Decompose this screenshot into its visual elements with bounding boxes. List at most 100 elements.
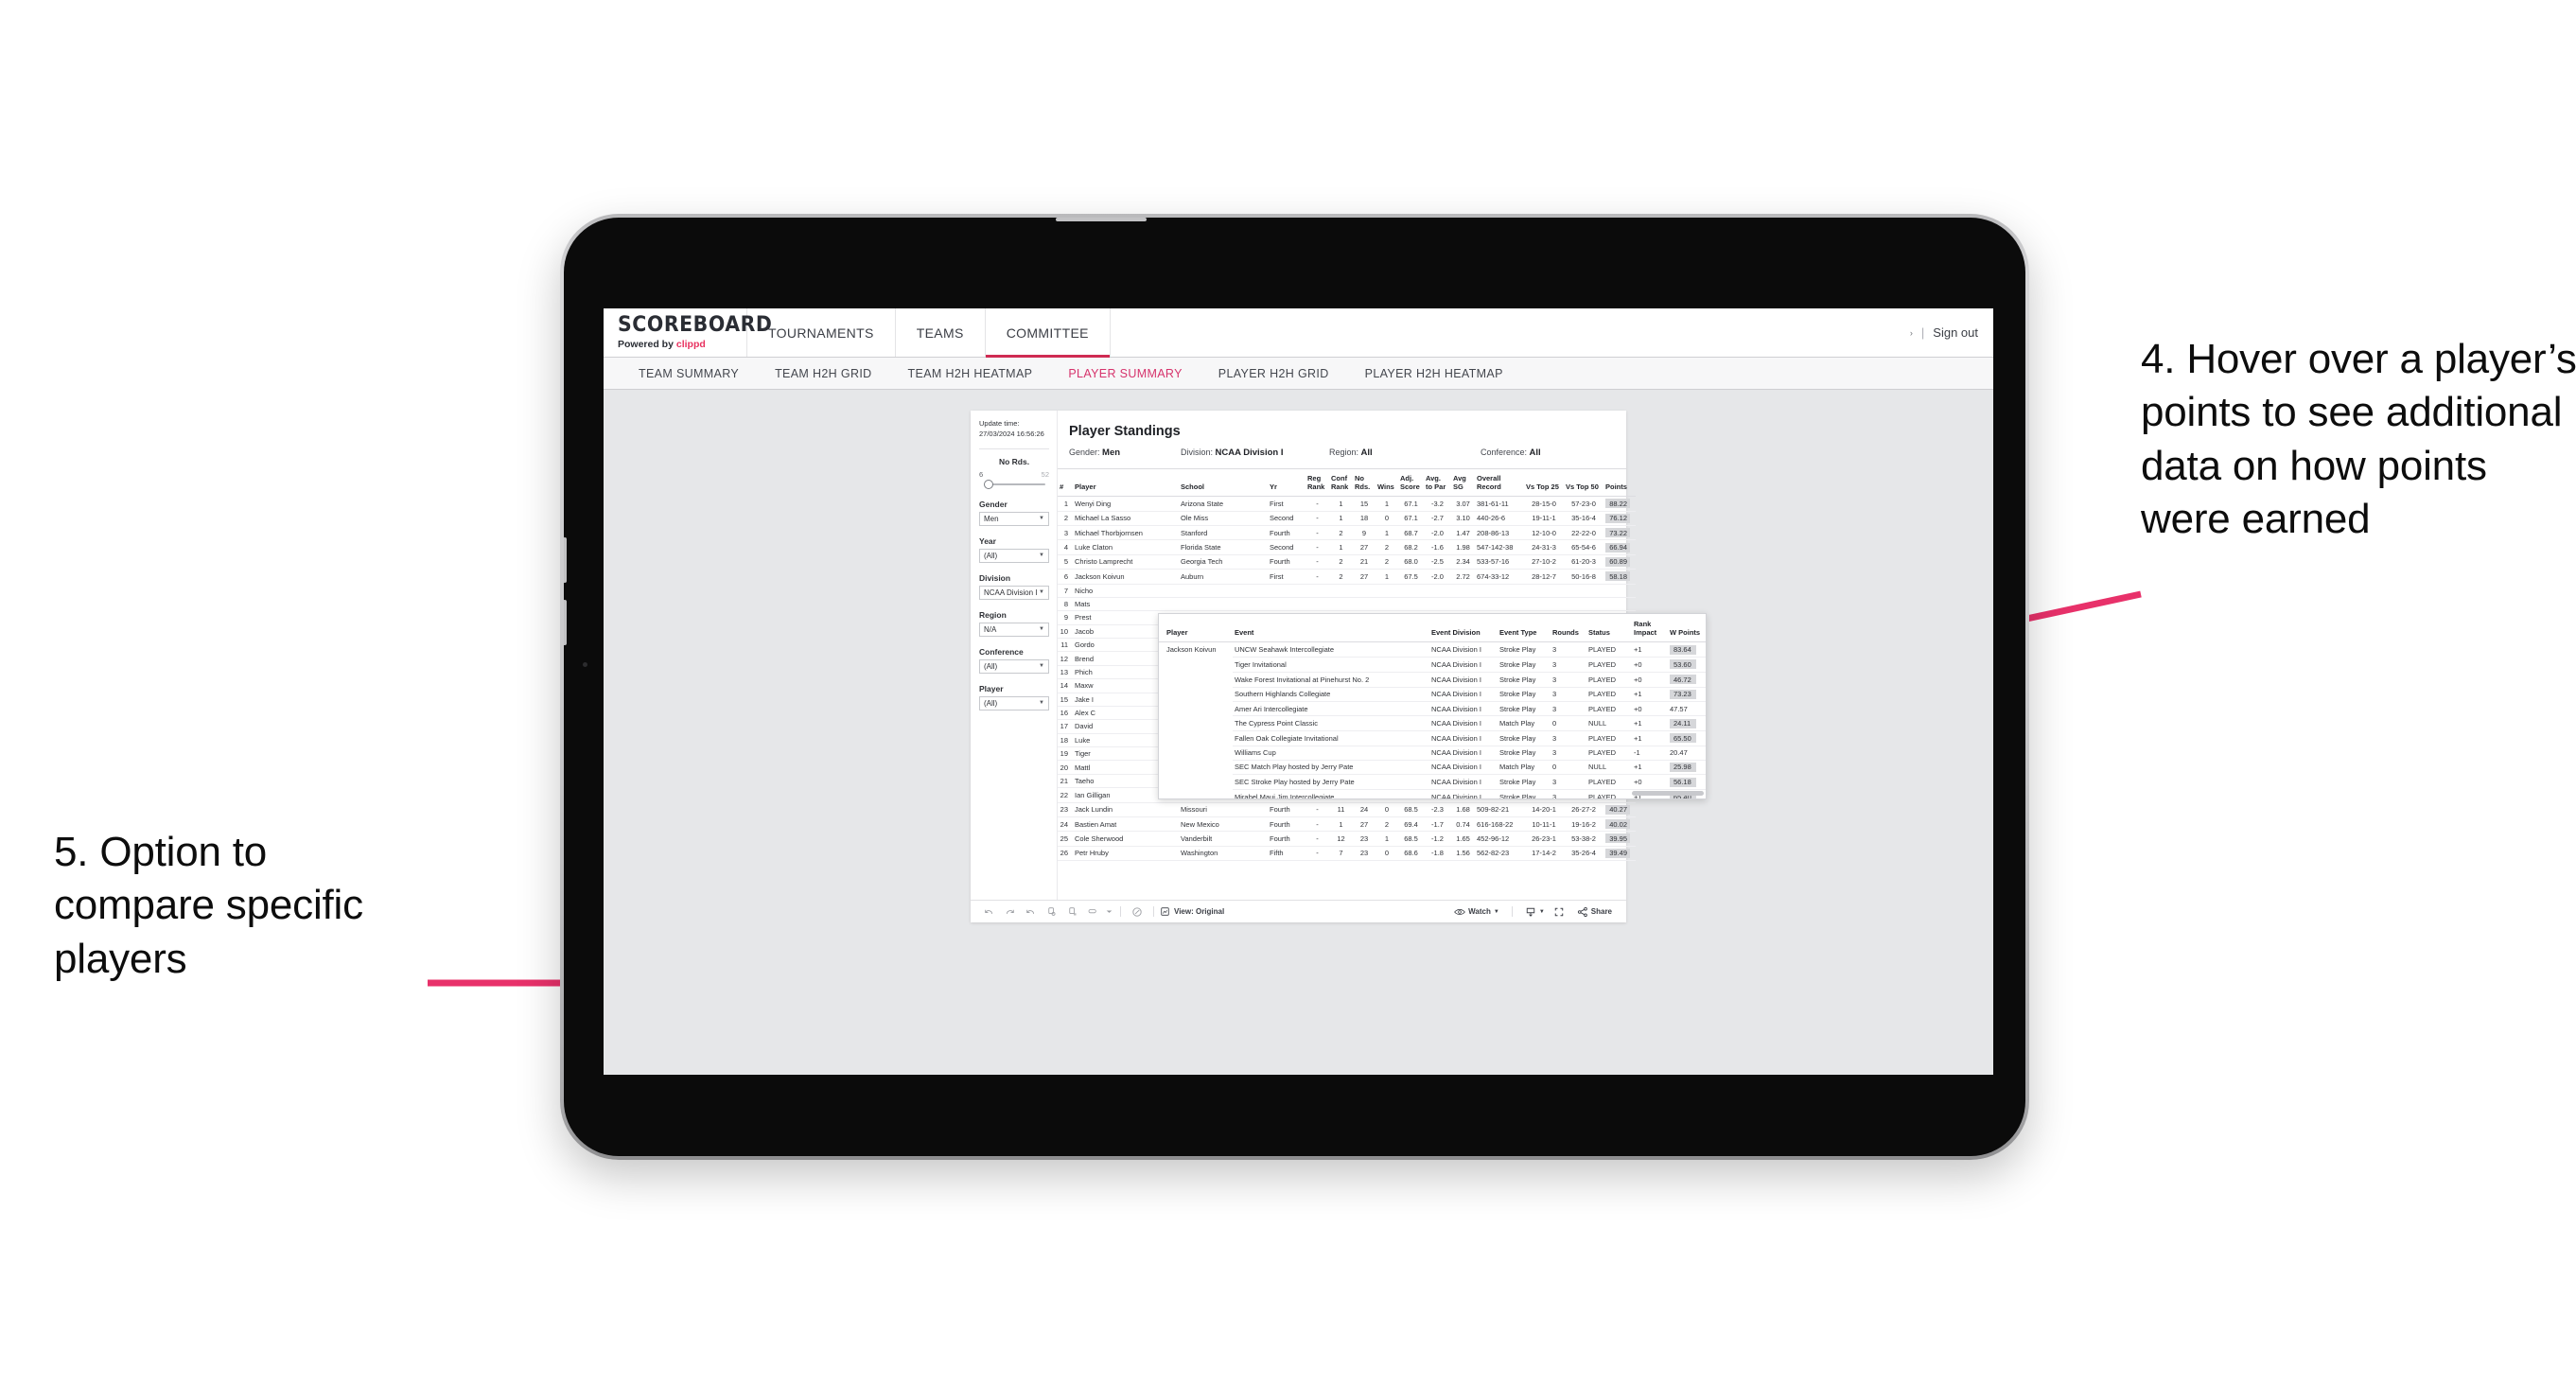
cell-reg-rank: - — [1306, 496, 1329, 512]
tab-team-h2h-heatmap[interactable]: TEAM H2H HEATMAP — [890, 367, 1051, 380]
tooltip-header-row: Player Event Event Division Event Type R… — [1159, 614, 1706, 643]
col-vs-top-50[interactable]: Vs Top 50 — [1564, 469, 1603, 498]
tooltip-cell-event-type: Stroke Play — [1498, 701, 1551, 717]
reset-filters-icon[interactable] — [1127, 906, 1148, 918]
filter-region-select[interactable]: N/A ▼ — [979, 622, 1049, 637]
no-rounds-slider[interactable] — [979, 479, 1049, 489]
cell-reg-rank — [1306, 584, 1329, 598]
download-button[interactable]: ▼ — [1518, 906, 1548, 918]
col-overall-record[interactable]: Overall Record — [1475, 469, 1524, 498]
share-button[interactable]: Share — [1570, 906, 1619, 918]
cell-rank: 17 — [1058, 719, 1073, 734]
tooltip-cell-rank-impact: +1 — [1632, 730, 1668, 746]
col-reg-rank[interactable]: Reg Rank — [1306, 469, 1329, 498]
tooltip-cell-event-type: Stroke Play — [1498, 774, 1551, 791]
table-row[interactable]: 23 Jack Lundin Missouri Fourth -11 24 0 68.5 -2.… — [1058, 802, 1636, 817]
cell-school: Ole Miss — [1179, 511, 1268, 527]
tooltip-cell-rounds: 3 — [1551, 657, 1586, 673]
view-original-button[interactable]: View: Original — [1160, 906, 1224, 917]
filter-player-select[interactable]: (All) ▼ — [979, 695, 1049, 711]
custom-views-caret-icon[interactable] — [1103, 908, 1114, 915]
points-badge: 88.22 — [1605, 499, 1630, 509]
tablet-top-button — [1056, 218, 1147, 221]
col-avg-sg[interactable]: Avg SG — [1451, 469, 1475, 498]
filter-gender-select[interactable]: Men ▼ — [979, 511, 1049, 526]
pause-updates-icon[interactable] — [1061, 906, 1082, 917]
tab-team-summary[interactable]: TEAM SUMMARY — [621, 367, 757, 380]
tooltip-cell-w-points: 25.98 — [1668, 760, 1706, 776]
dashboard-canvas: Update time: 27/03/2024 16:56:26 No Rds.… — [604, 390, 1993, 1074]
cell-reg-rank: - — [1306, 539, 1329, 555]
table-row[interactable]: 24 Bastien Amat New Mexico Fourth -1 27 2 69.4-… — [1058, 816, 1636, 833]
custom-views-icon[interactable] — [1082, 906, 1103, 917]
tooltip-cell-rank-impact: +1 — [1632, 760, 1668, 776]
tab-player-summary[interactable]: PLAYER SUMMARY — [1050, 367, 1200, 380]
table-row[interactable]: 2 Michael La Sasso Ole Miss Second -1 18 0 67.1… — [1058, 511, 1636, 527]
tt-col-w-points: W Points — [1668, 614, 1706, 643]
tooltip-cell-event-division: NCAA Division I — [1429, 715, 1498, 731]
tooltip-cell-event-division: NCAA Division I — [1429, 760, 1498, 776]
table-row[interactable]: 25 Cole Sherwood Vanderbilt Fourth -12 23 1 68.… — [1058, 831, 1636, 847]
cell-reg-rank: - — [1306, 846, 1329, 862]
toolbar-divider-2 — [1153, 906, 1154, 917]
cell-vs-top-25: 27-10-2 — [1524, 554, 1564, 570]
tooltip-cell-event: Wake Forest Invitational at Pinehurst No… — [1233, 672, 1429, 688]
tooltip-scrollbar[interactable] — [1632, 791, 1704, 796]
nav-teams[interactable]: TEAMS — [896, 308, 986, 357]
cell-school — [1179, 597, 1268, 612]
summary-division: Division: NCAA Division I — [1181, 447, 1329, 458]
slider-handle[interactable] — [984, 479, 993, 489]
table-row[interactable]: 4 Luke Claton Florida State Second -1 27 2 68.2… — [1058, 539, 1636, 555]
col-avg-to-par[interactable]: Avg. to Par — [1424, 469, 1451, 498]
cell-vs-top-25: 14-20-1 — [1524, 802, 1564, 817]
cell-no-rounds: 24 — [1353, 802, 1376, 817]
cell-avg-to-par: -2.0 — [1424, 525, 1451, 541]
table-row[interactable]: 7 Nicho — [1058, 584, 1636, 598]
standings-panel: Player Standings Gender: Men Division: N… — [1058, 411, 1707, 900]
col-adj-score[interactable]: Adj. Score — [1398, 469, 1424, 498]
filter-division-select[interactable]: NCAA Division I ▼ — [979, 585, 1049, 600]
tooltip-cell-rank-impact: +0 — [1632, 657, 1668, 673]
col-wins[interactable]: Wins — [1376, 469, 1398, 498]
col-points[interactable]: Points — [1603, 469, 1636, 498]
col-school[interactable]: School — [1179, 469, 1268, 498]
watch-button[interactable]: Watch ▼ — [1447, 907, 1506, 917]
refresh-icon[interactable] — [1041, 906, 1061, 917]
cell-points — [1603, 597, 1636, 612]
nav-tournaments[interactable]: TOURNAMENTS — [747, 308, 896, 357]
toolbar-divider-3 — [1511, 906, 1513, 917]
redo-icon[interactable] — [999, 906, 1020, 917]
col-rank[interactable]: # — [1058, 469, 1073, 498]
col-player[interactable]: Player — [1073, 469, 1179, 498]
chevron-right-icon[interactable]: › — [1910, 328, 1913, 338]
tab-player-h2h-heatmap[interactable]: PLAYER H2H HEATMAP — [1347, 367, 1521, 380]
tooltip-cell-event-type: Match Play — [1498, 715, 1551, 731]
cell-vs-top-50: 50-16-8 — [1564, 569, 1603, 585]
col-no-rounds[interactable]: No Rds. — [1353, 469, 1376, 498]
cell-avg-to-par: -1.7 — [1424, 816, 1451, 833]
undo-icon[interactable] — [978, 906, 999, 917]
tooltip-cell-status: PLAYED — [1586, 774, 1632, 791]
filter-year-select[interactable]: (All) ▼ — [979, 548, 1049, 563]
table-row[interactable]: 26 Petr Hruby Washington Fifth -7 23 0 68.6 -1.8… — [1058, 846, 1636, 862]
col-vs-top-25[interactable]: Vs Top 25 — [1524, 469, 1564, 498]
revert-icon[interactable] — [1020, 906, 1041, 917]
table-row[interactable]: 1 Wenyi Ding Arizona State First -1 15 1 67.1 -3… — [1058, 496, 1636, 512]
fullscreen-button[interactable] — [1548, 906, 1570, 918]
filter-conference-select[interactable]: (All) ▼ — [979, 658, 1049, 674]
points-badge: 60.89 — [1605, 556, 1630, 567]
nav-committee[interactable]: COMMITTEE — [985, 308, 1111, 358]
brand-logo[interactable]: SCOREBOARD Powered by clippd — [604, 308, 772, 357]
cell-school: Auburn — [1179, 569, 1268, 585]
col-conf-rank[interactable]: Conf Rank — [1329, 469, 1353, 498]
sign-out-link[interactable]: Sign out — [1933, 325, 1978, 340]
table-row[interactable]: 3 Michael Thorbjornsen Stanford Fourth -2 9 1 6… — [1058, 525, 1636, 541]
tooltip-row: SEC Match Play hosted by Jerry Pate NCAA … — [1159, 760, 1706, 776]
table-row[interactable]: 5 Christo Lamprecht Georgia Tech Fourth -2 21… — [1058, 554, 1636, 570]
tab-player-h2h-grid[interactable]: PLAYER H2H GRID — [1200, 367, 1347, 380]
table-row[interactable]: 8 Mats — [1058, 597, 1636, 612]
table-row[interactable]: 6 Jackson Koivun Auburn First -2 27 1 67.5 -2.0 2… — [1058, 569, 1636, 585]
tooltip-row: Tiger Invitational NCAA Division I Stroke … — [1159, 657, 1706, 673]
col-year[interactable]: Yr — [1268, 469, 1306, 498]
tab-team-h2h-grid[interactable]: TEAM H2H GRID — [757, 367, 889, 380]
